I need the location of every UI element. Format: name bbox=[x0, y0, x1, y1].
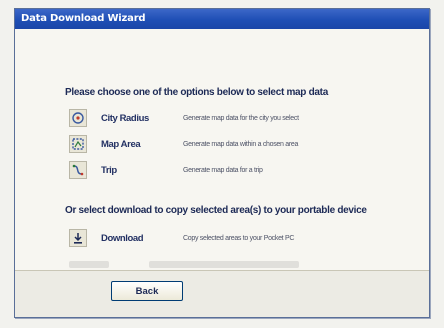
download-label: Download bbox=[101, 232, 144, 244]
download-description: Copy selected areas to your Pocket PC bbox=[183, 234, 295, 242]
download-option[interactable]: Download Copy selected areas to your Poc… bbox=[69, 227, 409, 249]
faded-placeholder-row bbox=[69, 261, 299, 268]
map-area-description: Generate map data within a chosen area bbox=[183, 140, 299, 148]
back-button[interactable]: Back bbox=[111, 281, 183, 301]
download-prompt: Or select download to copy selected area… bbox=[65, 205, 367, 216]
trip-option[interactable]: Trip Generate map data for a trip bbox=[69, 159, 409, 181]
download-icon bbox=[69, 229, 87, 247]
map-area-icon bbox=[69, 135, 87, 153]
wizard-footer: Back bbox=[15, 270, 429, 317]
city-radius-description: Generate map data for the city you selec… bbox=[183, 114, 299, 122]
trip-icon bbox=[69, 161, 87, 179]
trip-description: Generate map data for a trip bbox=[183, 166, 263, 174]
faded-bar bbox=[69, 261, 109, 268]
map-area-option[interactable]: Map Area Generate map data within a chos… bbox=[69, 133, 409, 155]
select-map-data-prompt: Please choose one of the options below t… bbox=[65, 87, 328, 98]
wizard-content: Please choose one of the options below t… bbox=[15, 29, 429, 271]
window-title: Data Download Wizard bbox=[15, 9, 429, 29]
wizard-window: Data Download Wizard Please choose one o… bbox=[14, 8, 430, 318]
city-radius-option[interactable]: City Radius Generate map data for the ci… bbox=[69, 107, 409, 129]
city-radius-icon bbox=[69, 109, 87, 127]
city-radius-label: City Radius bbox=[101, 112, 149, 124]
map-area-label: Map Area bbox=[101, 138, 141, 150]
trip-label: Trip bbox=[101, 164, 117, 176]
faded-bar bbox=[149, 261, 299, 268]
